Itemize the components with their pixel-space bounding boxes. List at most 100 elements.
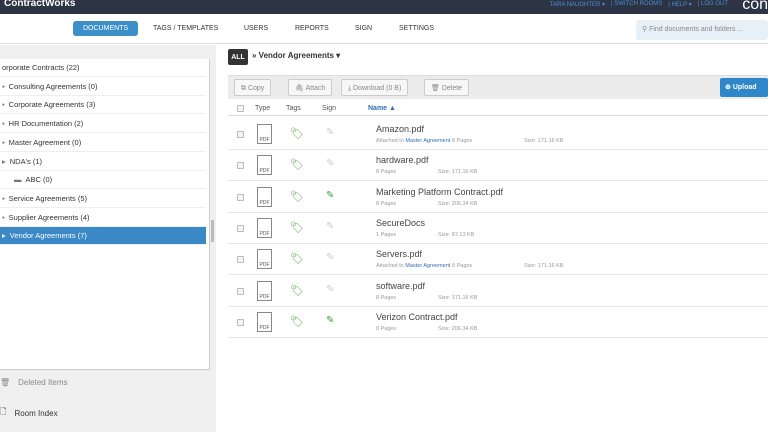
folder-label: Consulting Agreements (0): [8, 81, 98, 91]
sidebar-item[interactable]: ▸ Vendor Agreements (7): [0, 227, 206, 246]
tag-icon[interactable]: 🏷: [290, 284, 304, 297]
tag-icon[interactable]: 🏷: [290, 221, 304, 234]
sidebar-item[interactable]: ▬ ABC (0): [0, 171, 206, 190]
pdf-file-icon: PDF: [257, 155, 272, 176]
tab-reports[interactable]: REPORTS: [295, 21, 329, 36]
upload-button[interactable]: ⊕ Upload: [720, 78, 768, 97]
file-row[interactable]: PDF 🏷 ✎ hardware.pdf 8 Pages Size: 171.16 KB: [228, 150, 768, 182]
pdf-file-icon: PDF: [257, 311, 272, 332]
file-name[interactable]: Verizon Contract.pdf: [376, 312, 458, 322]
row-checkbox[interactable]: [237, 193, 244, 201]
sign-pen-icon[interactable]: ✎: [326, 252, 334, 263]
row-checkbox[interactable]: [237, 318, 244, 326]
document-icon: 🗋: [0, 407, 7, 416]
folder-icon: ▪: [2, 212, 5, 222]
breadcrumb[interactable]: » Vendor Agreements ▾: [252, 51, 340, 60]
sign-pen-icon[interactable]: ✎: [326, 315, 334, 326]
brand-logo: ContractWorks: [4, 0, 76, 9]
sidebar-item[interactable]: ▪ Master Agreement (0): [0, 134, 206, 152]
attached-link[interactable]: Master Agreement: [405, 138, 450, 144]
folder-icon: ▸: [2, 156, 6, 166]
folder-label: Master Agreement (0): [8, 137, 82, 147]
folder-label: Supplier Agreements (4): [8, 212, 90, 222]
folder-label: Vendor Agreements (7): [9, 231, 87, 241]
pdf-file-icon: PDF: [257, 186, 272, 207]
file-row[interactable]: PDF 🏷 ✎ Marketing Platform Contract.pdf 8 Pa…: [228, 182, 768, 213]
col-sign[interactable]: Sign: [322, 105, 336, 112]
pdf-file-icon: PDF: [257, 217, 272, 238]
row-checkbox[interactable]: [237, 131, 244, 138]
sidebar-item[interactable]: ▪ HR Documentation (2): [0, 115, 206, 134]
tab-sign[interactable]: SIGN: [355, 21, 372, 36]
sidebar: orporate Contracts (22) ▪ Consulting Agree…: [0, 45, 216, 432]
sidebar-item[interactable]: ▪ Corporate Agreements (3): [0, 96, 206, 115]
file-name[interactable]: SecureDocs: [376, 218, 425, 228]
download-button[interactable]: ⤓ Download (0 B): [341, 79, 409, 96]
file-row[interactable]: PDF 🏷 ✎ Servers.pdf Attached to Master Agree…: [228, 244, 768, 276]
file-name[interactable]: Servers.pdf: [376, 249, 422, 259]
folder-icon: ▪: [2, 81, 5, 91]
row-checkbox[interactable]: [237, 224, 244, 232]
folder-icon: ▪: [2, 193, 5, 203]
folder-label: Service Agreements (5): [8, 193, 88, 203]
copy-button[interactable]: ⧉ Copy: [234, 79, 272, 96]
col-tags[interactable]: Tags: [286, 105, 301, 112]
tab-settings[interactable]: SETTINGS: [399, 21, 434, 36]
folder-icon: ▬: [14, 175, 22, 185]
row-checkbox[interactable]: [237, 162, 244, 170]
file-row[interactable]: PDF 🏷 ✎ Amazon.pdf Attached to Master Agreem…: [228, 119, 768, 150]
user-nav: TARA NAUGHTER ▾ | SWITCH ROOMS | HELP ▾ …: [550, 1, 728, 8]
file-row[interactable]: PDF 🏷 ✎ SecureDocs 1 Pages Size: 87.13 KB: [228, 213, 768, 244]
sidebar-item[interactable]: ▪ Service Agreements (5): [0, 190, 206, 208]
user-menu[interactable]: TARA NAUGHTER ▾: [550, 1, 605, 8]
sidebar-item[interactable]: ▪ Supplier Agreements (4): [0, 209, 206, 227]
pdf-file-icon: PDF: [257, 280, 272, 301]
col-type[interactable]: Type: [255, 105, 270, 112]
tab-users[interactable]: USERS: [244, 21, 268, 36]
folder-icon: ▪: [2, 100, 5, 110]
select-all-checkbox[interactable]: [237, 105, 244, 112]
toolbar: ⧉ Copy 🖇 Attach ⤓ Download (0 B) 🗑 Delet…: [228, 75, 768, 99]
trash-icon: 🗑: [0, 378, 11, 387]
tag-icon[interactable]: 🏷: [290, 190, 304, 203]
tag-icon[interactable]: 🏷: [290, 315, 304, 328]
pdf-file-icon: PDF: [257, 249, 272, 270]
file-row[interactable]: PDF 🏷 ✎ software.pdf 8 Pages Size: 171.16 KB: [228, 276, 768, 307]
deleted-items-link[interactable]: 🗑 Deleted Items: [0, 378, 68, 387]
main-nav: DOCUMENTS TAGS / TEMPLATES USERS REPORTS…: [0, 14, 768, 44]
file-name[interactable]: hardware.pdf: [376, 155, 429, 165]
col-name[interactable]: Name ▲: [368, 105, 396, 112]
tag-icon[interactable]: 🏷: [290, 127, 304, 140]
sidebar-item[interactable]: ▸ NDA's (1): [0, 153, 206, 171]
sign-pen-icon[interactable]: ✎: [326, 221, 334, 232]
file-name[interactable]: software.pdf: [376, 281, 425, 291]
switch-rooms-link[interactable]: | SWITCH ROOMS: [611, 1, 662, 8]
row-checkbox[interactable]: [237, 287, 244, 295]
search-input[interactable]: ⚲ Find documents and folders ...: [636, 20, 768, 40]
sign-pen-icon[interactable]: ✎: [326, 284, 334, 295]
sign-pen-icon[interactable]: ✎: [326, 158, 334, 169]
sidebar-item[interactable]: orporate Contracts (22): [0, 59, 206, 77]
tab-tags-templates[interactable]: TAGS / TEMPLATES: [153, 21, 218, 36]
sidebar-item[interactable]: ▪ Consulting Agreements (0): [0, 78, 206, 96]
attach-button[interactable]: 🖇 Attach: [288, 79, 333, 96]
room-index-link[interactable]: 🗋 Room Index: [0, 406, 58, 420]
help-menu[interactable]: | HELP ▾: [668, 1, 691, 8]
file-row[interactable]: PDF 🏷 ✎ Verizon Contract.pdf 8 Pages Size: 20…: [228, 307, 768, 338]
file-name[interactable]: Amazon.pdf: [376, 124, 424, 134]
tab-documents[interactable]: DOCUMENTS: [73, 21, 139, 36]
all-folders-button[interactable]: ALL: [228, 49, 248, 65]
sign-pen-icon[interactable]: ✎: [326, 190, 334, 201]
pdf-file-icon: PDF: [257, 124, 272, 144]
resize-handle[interactable]: [211, 220, 214, 242]
delete-button[interactable]: 🗑 Delete: [424, 79, 470, 96]
sign-pen-icon[interactable]: ✎: [326, 127, 334, 138]
tag-icon[interactable]: 🏷: [290, 158, 304, 171]
folder-tree: orporate Contracts (22) ▪ Consulting Agree…: [0, 59, 210, 369]
logout-link[interactable]: | LOG OUT: [698, 1, 728, 8]
row-checkbox[interactable]: [237, 256, 244, 264]
tag-icon[interactable]: 🏷: [290, 252, 304, 265]
attached-link[interactable]: Master Agreement: [405, 263, 450, 269]
file-name[interactable]: Marketing Platform Contract.pdf: [376, 187, 503, 197]
folder-icon: ▪: [2, 119, 5, 129]
